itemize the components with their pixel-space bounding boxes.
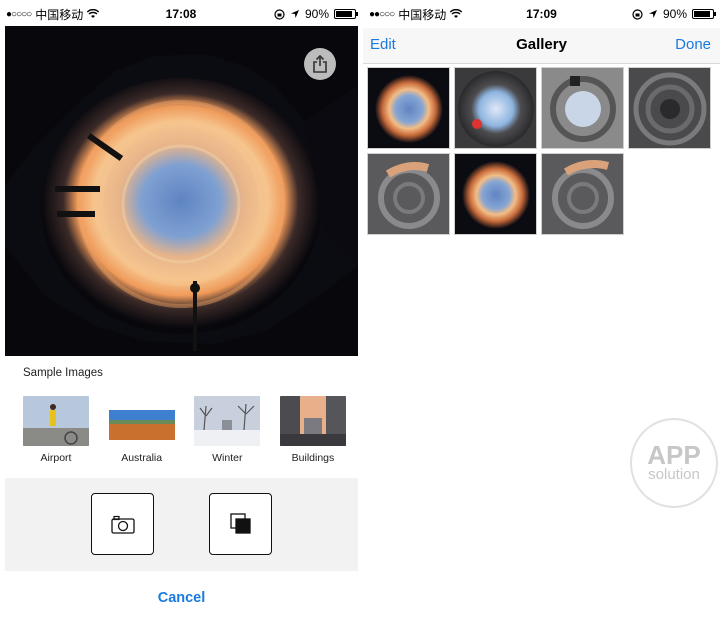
sample-label: Australia: [121, 452, 163, 464]
preview-image: [5, 26, 358, 356]
camera-button[interactable]: [91, 493, 154, 555]
status-bar: ●○○○○ 中国移动 17:08 90%: [0, 0, 362, 28]
samples-title: Sample Images: [23, 367, 103, 379]
cancel-button[interactable]: Cancel: [5, 590, 358, 606]
watermark-line2: solution: [648, 466, 700, 483]
photo-library-icon: [229, 513, 251, 534]
rotation-lock-icon: [274, 8, 285, 20]
sample-images-row: Airport Australia Winter Buildings: [22, 396, 347, 464]
sample-buildings[interactable]: Buildings: [279, 396, 347, 464]
gallery-item[interactable]: [628, 67, 711, 149]
battery-percent: 90%: [662, 7, 687, 21]
gallery-item[interactable]: [541, 153, 624, 235]
location-icon: [648, 10, 657, 18]
app-solution-watermark: APP solution: [630, 418, 718, 508]
source-buttons-panel: [5, 478, 358, 571]
gallery-navbar: Edit Gallery Done: [363, 28, 720, 64]
rotation-lock-icon: [632, 8, 643, 20]
location-icon: [290, 10, 299, 18]
screenshot-composite: ●○○○○ 中国移动 17:08 90% Sample Images Airpo…: [0, 0, 720, 636]
gallery-grid: [367, 67, 717, 235]
battery-icon: [692, 9, 716, 19]
sample-airport[interactable]: Airport: [22, 396, 90, 464]
photo-library-button[interactable]: [209, 493, 272, 555]
gallery-item[interactable]: [454, 67, 537, 149]
sample-label: Buildings: [291, 452, 335, 464]
done-button[interactable]: Done: [675, 36, 711, 53]
status-right: 90%: [274, 7, 358, 21]
battery-icon: [334, 9, 358, 19]
share-icon: [313, 55, 327, 73]
sample-thumbnail: [279, 396, 346, 446]
sample-winter[interactable]: Winter: [193, 396, 261, 464]
sample-thumbnail: [23, 396, 89, 446]
gallery-item[interactable]: [367, 153, 450, 235]
sample-label: Airport: [40, 452, 72, 464]
battery-percent: 90%: [304, 7, 329, 21]
camera-icon: [110, 515, 135, 534]
editor-screen: ●○○○○ 中国移动 17:08 90% Sample Images Airpo…: [0, 0, 362, 636]
watermark-line1: APP: [647, 440, 701, 470]
share-button[interactable]: [304, 48, 336, 80]
page-title: Gallery: [516, 36, 567, 53]
gallery-screen: ●●○○○ 中国移动 17:09 90% Edit Gallery Done: [363, 0, 720, 636]
sample-australia[interactable]: Australia: [108, 396, 176, 464]
gallery-item[interactable]: [454, 153, 537, 235]
tiny-planet-preview[interactable]: [5, 26, 358, 356]
status-bar: ●●○○○ 中国移动 17:09 90%: [363, 0, 720, 28]
gallery-item[interactable]: [367, 67, 450, 149]
sample-label: Winter: [212, 452, 243, 464]
status-right: 90%: [632, 7, 716, 21]
sample-thumbnail: [194, 396, 261, 446]
sample-thumbnail: [108, 396, 175, 446]
gallery-item[interactable]: [541, 67, 624, 149]
